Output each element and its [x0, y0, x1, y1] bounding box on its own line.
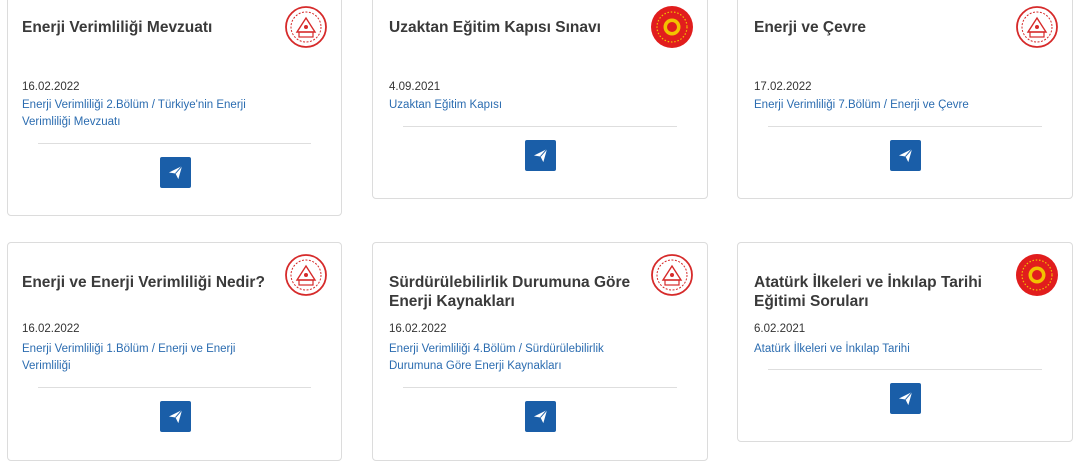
send-button[interactable]: [890, 140, 921, 171]
card-link[interactable]: Enerji Verimliliği 1.Bölüm / Enerji ve E…: [22, 341, 287, 375]
card-divider: [768, 369, 1042, 370]
card-divider: [403, 126, 677, 127]
card-divider: [403, 387, 677, 388]
paper-plane-icon: [533, 409, 548, 424]
paper-plane-icon: [168, 165, 183, 180]
content-card: Atatürk İlkeleri ve İnkılap Tarihi Eğiti…: [737, 242, 1073, 442]
card-title: Enerji ve Çevre: [754, 19, 867, 36]
card-divider: [768, 126, 1042, 127]
presidency-seal-icon: [1016, 254, 1058, 296]
card-link[interactable]: Enerji Verimliliği 4.Bölüm / Sürdürülebi…: [389, 341, 654, 375]
meb-emblem-icon: [651, 254, 693, 296]
card-date: 6.02.2021: [754, 323, 806, 335]
send-button[interactable]: [160, 157, 191, 188]
paper-plane-icon: [898, 391, 913, 406]
send-button[interactable]: [160, 401, 191, 432]
send-button[interactable]: [525, 401, 556, 432]
card-title: Enerji Verimliliği Mevzuatı: [22, 19, 213, 36]
paper-plane-icon: [898, 148, 913, 163]
card-date: 16.02.2022: [22, 323, 80, 335]
card-divider: [38, 387, 311, 388]
card-link[interactable]: Enerji Verimliliği 7.Bölüm / Enerji ve Ç…: [754, 97, 1019, 114]
card-title: Uzaktan Eğitim Kapısı Sınavı: [389, 19, 601, 36]
card-divider: [38, 143, 311, 144]
meb-emblem-icon: [285, 6, 327, 48]
card-date: 16.02.2022: [22, 81, 80, 93]
paper-plane-icon: [533, 148, 548, 163]
content-card: Sürdürülebilirlik Durumuna Göre Enerji K…: [372, 242, 708, 461]
content-card: Uzaktan Eğitim Kapısı Sınavı 4.09.2021 U…: [372, 0, 708, 199]
content-card: Enerji ve Çevre 17.02.2022 Enerji Veriml…: [737, 0, 1073, 199]
send-button[interactable]: [525, 140, 556, 171]
card-title: Enerji ve Enerji Verimliliği Nedir?: [22, 274, 265, 291]
card-date: 17.02.2022: [754, 81, 812, 93]
card-link[interactable]: Uzaktan Eğitim Kapısı: [389, 97, 654, 114]
meb-emblem-icon: [285, 254, 327, 296]
paper-plane-icon: [168, 409, 183, 424]
send-button[interactable]: [890, 383, 921, 414]
meb-emblem-icon: [1016, 6, 1058, 48]
card-title: Atatürk İlkeleri ve İnkılap Tarihi Eğiti…: [754, 274, 982, 310]
presidency-seal-icon: [651, 6, 693, 48]
content-card: Enerji Verimliliği Mevzuatı 16.02.2022 E…: [7, 0, 342, 216]
card-link[interactable]: Atatürk İlkeleri ve İnkılap Tarihi: [754, 341, 1019, 358]
card-date: 16.02.2022: [389, 323, 447, 335]
content-card: Enerji ve Enerji Verimliliği Nedir? 16.0…: [7, 242, 342, 461]
card-title: Sürdürülebilirlik Durumuna Göre Enerji K…: [389, 274, 631, 310]
card-date: 4.09.2021: [389, 81, 441, 93]
card-link[interactable]: Enerji Verimliliği 2.Bölüm / Türkiye'nin…: [22, 97, 287, 131]
